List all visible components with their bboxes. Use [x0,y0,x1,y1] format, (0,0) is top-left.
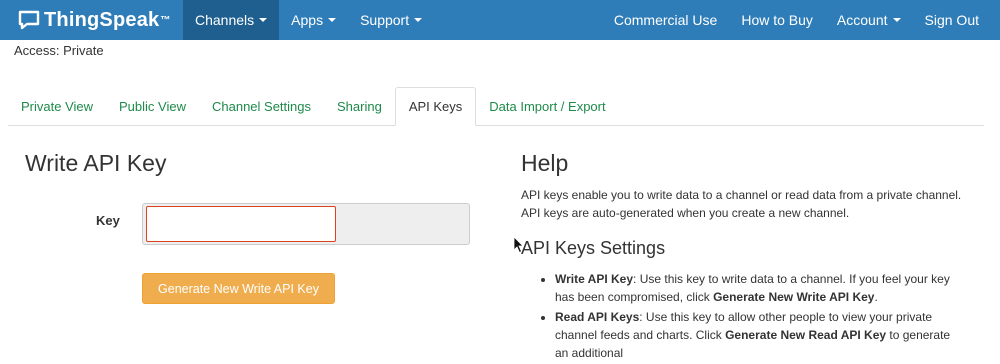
nav-sign-out-label: Sign Out [924,12,979,28]
list-item: Read API Keys: Use this key to allow oth… [555,308,961,362]
tab-api-keys[interactable]: API Keys [394,87,477,126]
channel-tabs: Private View Public View Channel Setting… [8,87,984,126]
nav-support-label: Support [360,12,410,28]
help-description: API keys enable you to write data to a c… [521,188,962,220]
tab-public-view[interactable]: Public View [106,87,199,125]
mouse-pointer-icon [513,236,524,254]
caret-down-icon [414,18,423,22]
nav-apps-label: Apps [291,12,324,28]
caret-down-icon [328,18,337,22]
speech-bubble-icon [18,10,40,30]
nav-channels-label: Channels [195,12,255,28]
nav-sign-out[interactable]: Sign Out [913,0,991,40]
brand-name: ThingSpeak [44,8,160,31]
key-label: Key [96,213,120,228]
nav-account[interactable]: Account [825,0,913,40]
setting-term: Write API Key [555,272,634,286]
list-item: Write API Key: Use this key to write dat… [555,270,961,306]
brand-trademark: ™ [160,14,171,26]
caret-down-icon [259,18,268,22]
api-keys-settings-title: API Keys Settings [521,238,666,258]
nav-channels[interactable]: Channels [183,0,280,40]
api-keys-settings-list: Write API Key: Use this key to write dat… [521,270,961,364]
nav-account-label: Account [836,12,888,28]
setting-term: Read API Keys [555,310,640,324]
brand-logo[interactable]: ThingSpeak ™ [0,0,183,40]
setting-text-end: . [874,290,878,304]
tab-channel-settings[interactable]: Channel Settings [199,87,324,125]
nav-apps[interactable]: Apps [279,0,348,40]
write-api-key-title: Write API Key [25,150,167,176]
nav-how-to-buy[interactable]: How to Buy [729,0,825,40]
tab-private-view[interactable]: Private View [8,87,106,125]
nav-how-to-buy-label: How to Buy [741,12,813,28]
generate-write-api-key-button[interactable]: Generate New Write API Key [142,273,335,304]
write-api-key-field[interactable] [146,206,336,242]
caret-down-icon [892,18,901,22]
nav-support[interactable]: Support [348,0,434,40]
tab-data-import-export[interactable]: Data Import / Export [476,87,618,125]
nav-commercial-use-label: Commercial Use [613,12,718,28]
help-title: Help [521,150,569,176]
setting-action: Generate New Write API Key [713,290,875,304]
top-navbar: ThingSpeak ™ Channels Apps Support Commer… [0,0,1000,40]
access-status: Access: Private [14,43,104,58]
nav-commercial-use[interactable]: Commercial Use [602,0,729,40]
tab-sharing[interactable]: Sharing [324,87,395,125]
